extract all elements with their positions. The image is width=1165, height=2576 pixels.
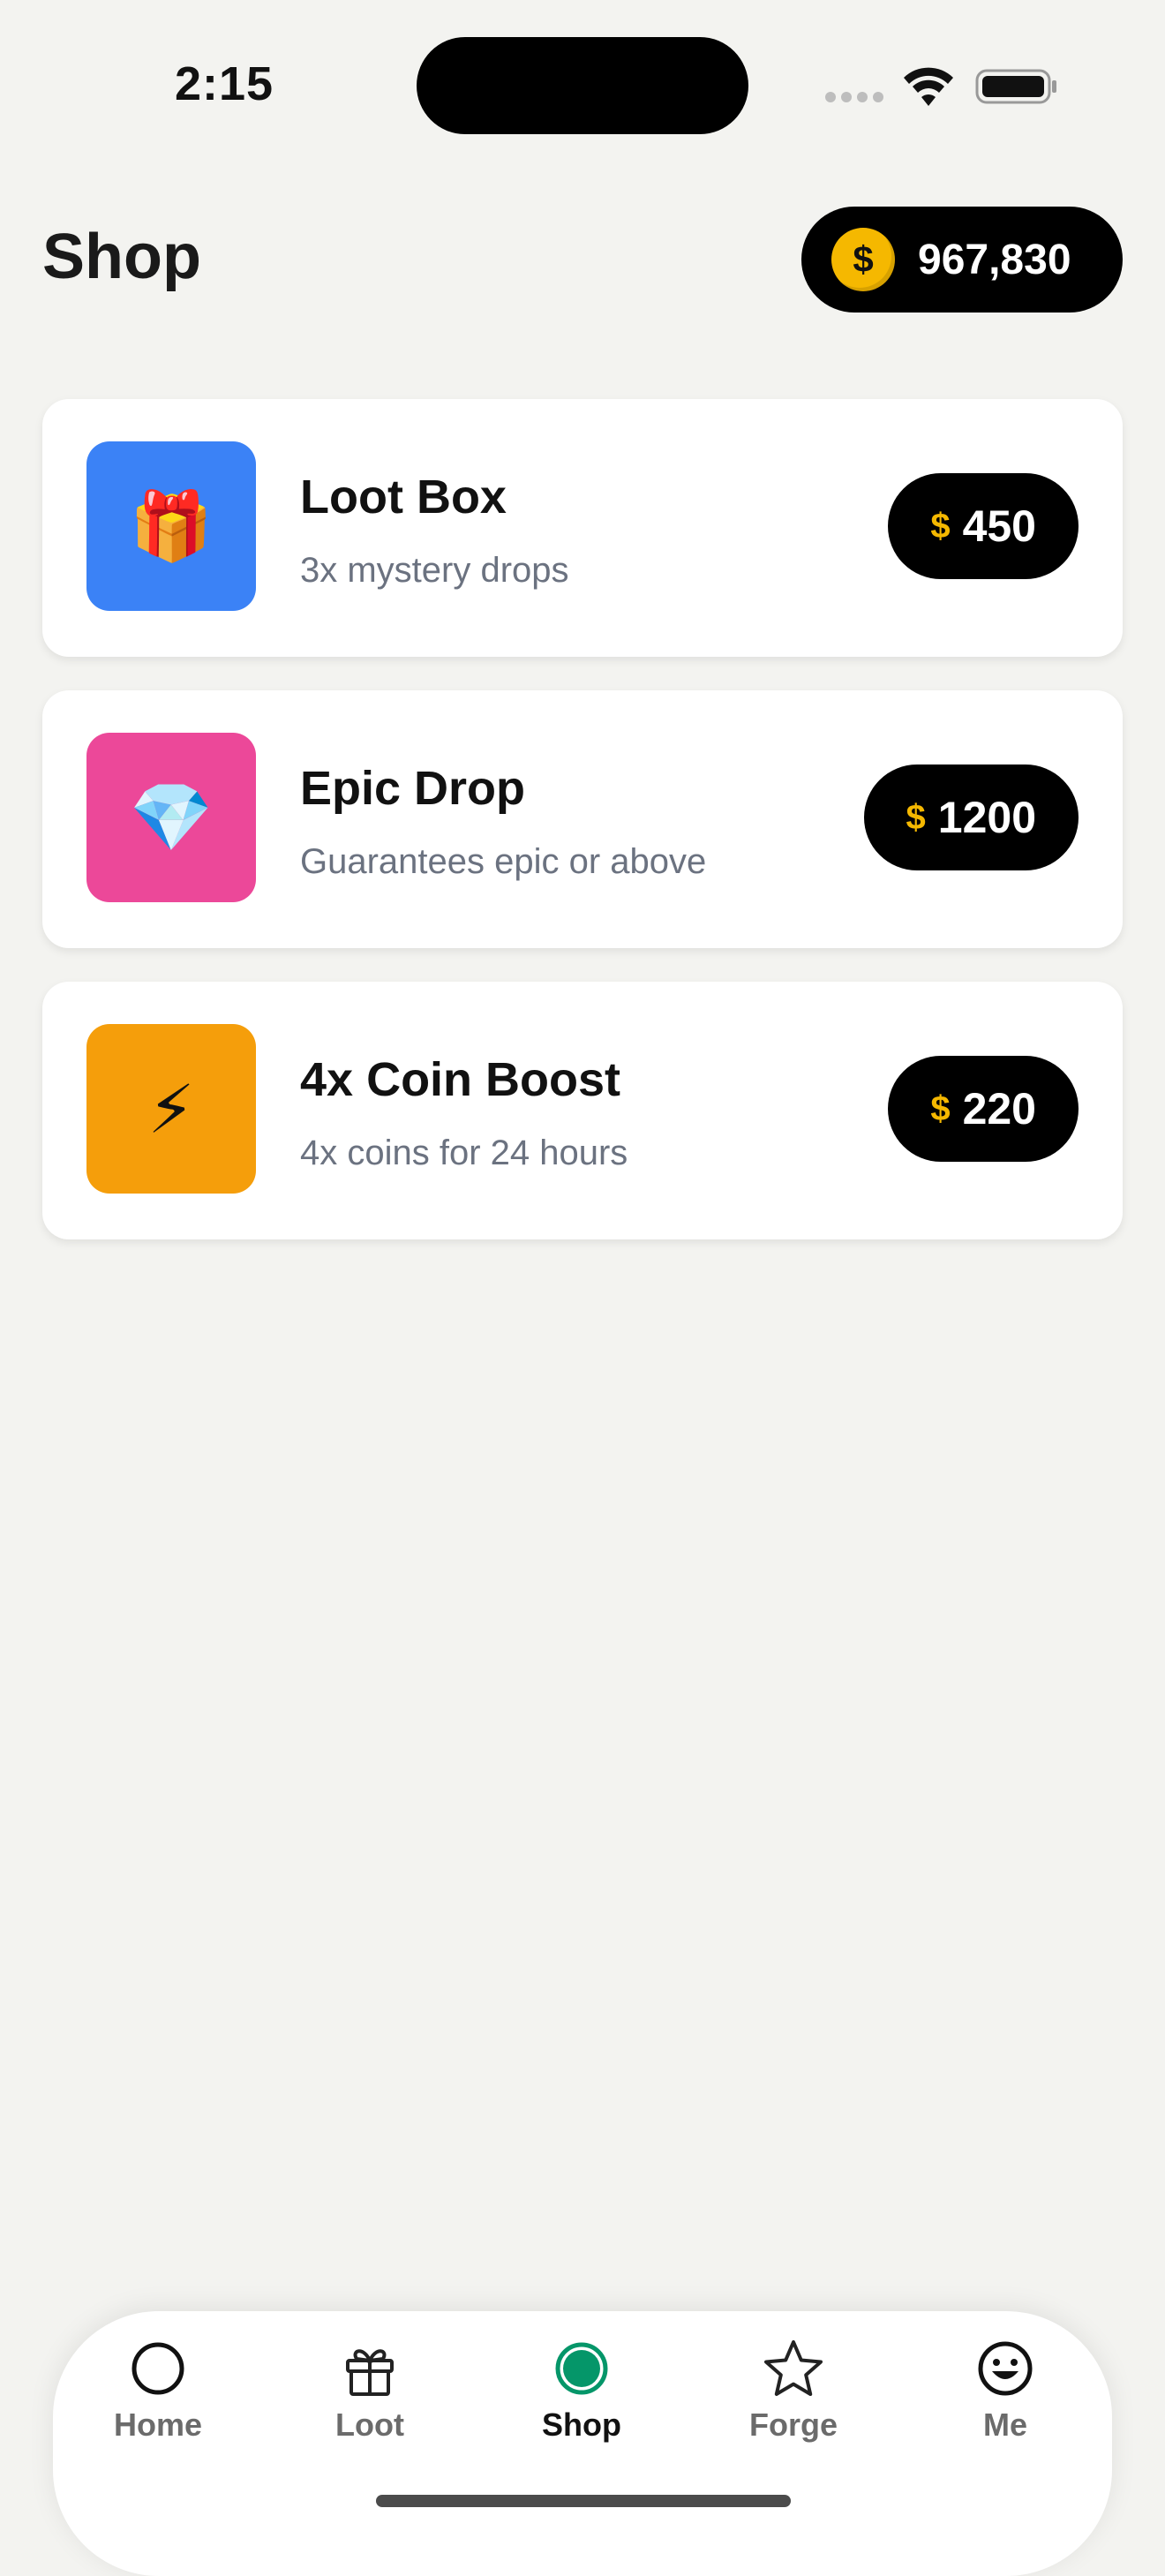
coin-icon: $ bbox=[831, 228, 895, 291]
dynamic-island bbox=[417, 37, 748, 134]
circle-icon bbox=[132, 2342, 184, 2395]
coin-balance-value: 967,830 bbox=[918, 236, 1071, 283]
shop-item-loot-box[interactable]: 🎁 Loot Box 3x mystery drops $ 450 bbox=[42, 399, 1123, 657]
status-time: 2:15 bbox=[175, 57, 274, 110]
smiley-icon bbox=[978, 2341, 1033, 2396]
tab-label: Loot bbox=[335, 2407, 404, 2443]
price-value: 220 bbox=[962, 1084, 1036, 1134]
coin-balance-pill[interactable]: $ 967,830 bbox=[801, 207, 1123, 313]
tab-label: Forge bbox=[748, 2407, 838, 2443]
coin-symbol: $ bbox=[930, 1088, 951, 1128]
tab-label: Home bbox=[113, 2407, 203, 2443]
price-value: 450 bbox=[962, 501, 1036, 551]
coin-symbol: $ bbox=[930, 506, 951, 546]
shop-item-coin-boost[interactable]: ⚡ 4x Coin Boost 4x coins for 24 hours $ … bbox=[42, 982, 1123, 1239]
item-title: Epic Drop bbox=[300, 762, 526, 815]
tab-label: Shop bbox=[542, 2407, 621, 2443]
item-subtitle: Guarantees epic or above bbox=[300, 842, 707, 881]
gift-icon bbox=[346, 2349, 394, 2396]
buy-epic-drop-button[interactable]: $ 1200 bbox=[863, 765, 1079, 870]
page-title: Shop bbox=[42, 222, 201, 292]
lightning-icon: ⚡ bbox=[86, 1024, 256, 1194]
battery-icon bbox=[975, 69, 1056, 104]
shop-item-epic-drop[interactable]: 💎 Epic Drop Guarantees epic or above $ 1… bbox=[42, 690, 1123, 948]
star-icon bbox=[764, 2340, 823, 2396]
tab-bar: Home Loot Shop Forge Me bbox=[53, 2311, 1112, 2576]
coin-symbol: $ bbox=[906, 797, 926, 837]
diamond-icon: 💎 bbox=[86, 733, 256, 902]
tab-forge[interactable]: Forge bbox=[705, 2338, 882, 2470]
item-subtitle: 3x mystery drops bbox=[300, 551, 569, 590]
item-subtitle: 4x coins for 24 hours bbox=[300, 1134, 628, 1172]
item-title: 4x Coin Boost bbox=[300, 1053, 621, 1106]
item-title: Loot Box bbox=[300, 471, 507, 523]
home-indicator[interactable] bbox=[376, 2495, 791, 2507]
tab-loot[interactable]: Loot bbox=[282, 2338, 458, 2470]
gift-icon: 🎁 bbox=[86, 441, 256, 611]
shop-dot-icon bbox=[555, 2342, 608, 2395]
price-value: 1200 bbox=[937, 793, 1036, 842]
buy-loot-box-button[interactable]: $ 450 bbox=[888, 473, 1079, 579]
status-bar: 2:15 bbox=[0, 0, 1165, 177]
tab-label: Me bbox=[982, 2407, 1027, 2443]
buy-coin-boost-button[interactable]: $ 220 bbox=[888, 1056, 1079, 1162]
wifi-icon bbox=[904, 67, 953, 106]
tab-home[interactable]: Home bbox=[70, 2338, 246, 2470]
tab-me[interactable]: Me bbox=[917, 2338, 1094, 2470]
tab-shop[interactable]: Shop bbox=[493, 2338, 670, 2470]
cellular-signal-icon bbox=[825, 92, 883, 102]
shop-header: Shop $ 967,830 bbox=[42, 201, 1123, 313]
